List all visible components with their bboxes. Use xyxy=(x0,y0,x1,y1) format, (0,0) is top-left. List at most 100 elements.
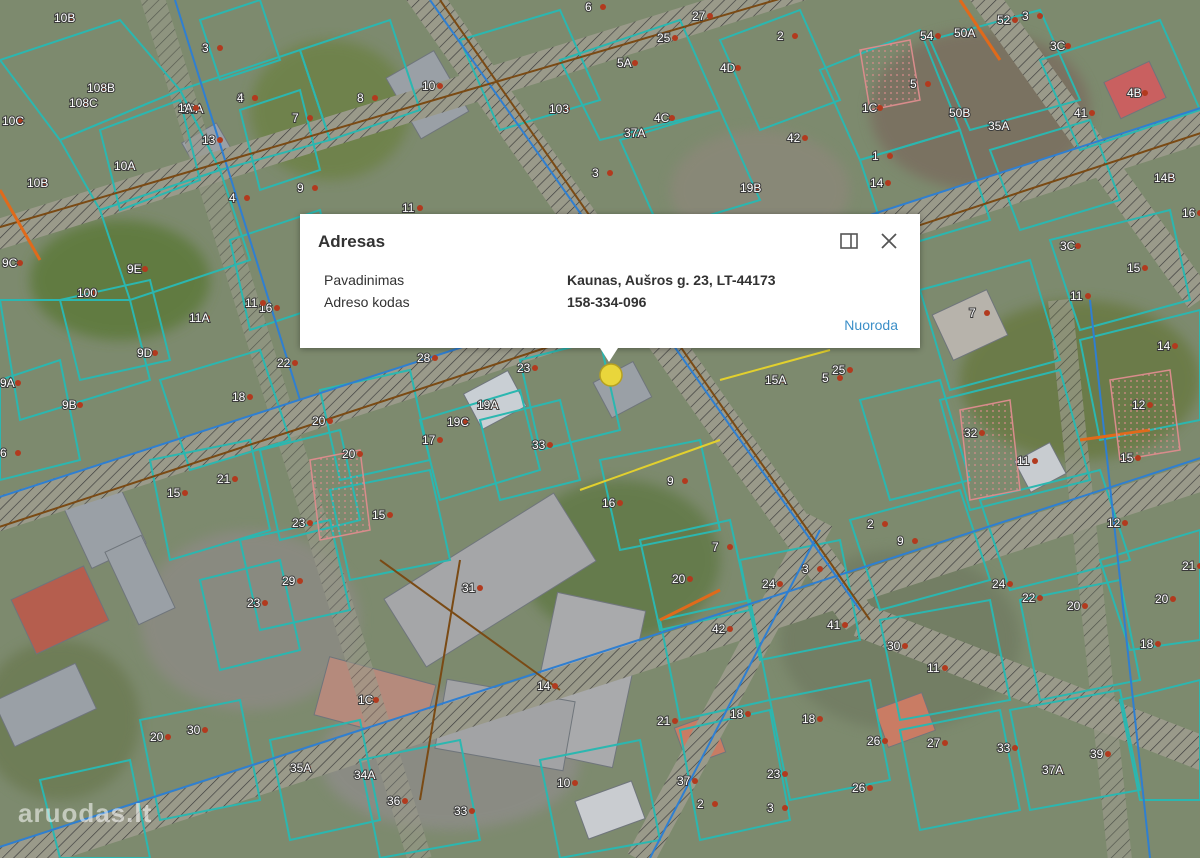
address-point-dot[interactable] xyxy=(1105,751,1111,757)
address-point-dot[interactable] xyxy=(842,622,848,628)
address-point-dot[interactable] xyxy=(357,451,363,457)
address-point-dot[interactable] xyxy=(142,266,148,272)
address-point-dot[interactable] xyxy=(600,4,606,10)
address-point-dot[interactable] xyxy=(247,394,253,400)
address-point-dot[interactable] xyxy=(547,442,553,448)
address-point-dot[interactable] xyxy=(942,665,948,671)
address-point-dot[interactable] xyxy=(532,365,538,371)
address-point-dot[interactable] xyxy=(262,600,268,606)
dock-panel-icon[interactable] xyxy=(840,233,858,249)
address-point-dot[interactable] xyxy=(782,771,788,777)
address-point-dot[interactable] xyxy=(182,490,188,496)
address-point-dot[interactable] xyxy=(1142,90,1148,96)
address-point-dot[interactable] xyxy=(882,738,888,744)
address-point-dot[interactable] xyxy=(877,105,883,111)
address-point-dot[interactable] xyxy=(437,83,443,89)
address-point-dot[interactable] xyxy=(202,727,208,733)
address-point-dot[interactable] xyxy=(902,643,908,649)
selected-address-marker[interactable] xyxy=(599,363,623,387)
address-point-dot[interactable] xyxy=(232,476,238,482)
nuoroda-link[interactable]: Nuoroda xyxy=(844,317,898,333)
address-point-dot[interactable] xyxy=(417,205,423,211)
address-point-dot[interactable] xyxy=(1142,265,1148,271)
address-point-dot[interactable] xyxy=(17,260,23,266)
address-point-dot[interactable] xyxy=(307,115,313,121)
address-point-dot[interactable] xyxy=(885,180,891,186)
address-point-dot[interactable] xyxy=(912,538,918,544)
address-point-dot[interactable] xyxy=(77,402,83,408)
address-point-dot[interactable] xyxy=(979,430,985,436)
address-point-dot[interactable] xyxy=(307,520,313,526)
address-point-dot[interactable] xyxy=(942,740,948,746)
address-point-dot[interactable] xyxy=(1135,455,1141,461)
address-point-dot[interactable] xyxy=(727,626,733,632)
address-point-dot[interactable] xyxy=(1065,43,1071,49)
address-point-dot[interactable] xyxy=(1122,520,1128,526)
address-point-dot[interactable] xyxy=(252,95,258,101)
address-point-dot[interactable] xyxy=(935,33,941,39)
address-point-dot[interactable] xyxy=(152,350,158,356)
address-point-dot[interactable] xyxy=(727,544,733,550)
address-point-dot[interactable] xyxy=(632,60,638,66)
address-point-dot[interactable] xyxy=(1170,596,1176,602)
address-point-dot[interactable] xyxy=(712,801,718,807)
address-point-dot[interactable] xyxy=(1155,641,1161,647)
address-point-dot[interactable] xyxy=(817,566,823,572)
address-point-dot[interactable] xyxy=(437,437,443,443)
address-point-dot[interactable] xyxy=(217,45,223,51)
address-point-dot[interactable] xyxy=(469,808,475,814)
address-point-dot[interactable] xyxy=(373,697,379,703)
address-point-dot[interactable] xyxy=(777,581,783,587)
address-point-dot[interactable] xyxy=(1075,243,1081,249)
address-point-dot[interactable] xyxy=(165,734,171,740)
address-point-dot[interactable] xyxy=(672,35,678,41)
address-point-dot[interactable] xyxy=(297,578,303,584)
address-point-dot[interactable] xyxy=(692,778,698,784)
address-point-dot[interactable] xyxy=(707,13,713,19)
address-point-dot[interactable] xyxy=(745,711,751,717)
address-point-dot[interactable] xyxy=(687,576,693,582)
address-point-dot[interactable] xyxy=(402,798,408,804)
address-point-dot[interactable] xyxy=(1172,343,1178,349)
address-point-dot[interactable] xyxy=(372,95,378,101)
address-point-dot[interactable] xyxy=(1147,402,1153,408)
address-point-dot[interactable] xyxy=(1089,110,1095,116)
address-point-dot[interactable] xyxy=(1012,17,1018,23)
address-point-dot[interactable] xyxy=(572,780,578,786)
address-point-dot[interactable] xyxy=(312,185,318,191)
address-point-dot[interactable] xyxy=(432,355,438,361)
address-point-dot[interactable] xyxy=(669,115,675,121)
address-point-dot[interactable] xyxy=(552,683,558,689)
address-point-dot[interactable] xyxy=(782,805,788,811)
address-point-dot[interactable] xyxy=(387,512,393,518)
address-point-dot[interactable] xyxy=(292,360,298,366)
address-point-dot[interactable] xyxy=(327,418,333,424)
address-point-dot[interactable] xyxy=(837,375,843,381)
address-point-dot[interactable] xyxy=(477,585,483,591)
address-point-dot[interactable] xyxy=(802,135,808,141)
address-point-dot[interactable] xyxy=(15,380,21,386)
address-point-dot[interactable] xyxy=(1082,603,1088,609)
address-point-dot[interactable] xyxy=(735,65,741,71)
address-point-dot[interactable] xyxy=(1012,745,1018,751)
address-point-dot[interactable] xyxy=(1032,458,1038,464)
address-point-dot[interactable] xyxy=(193,105,199,111)
address-point-dot[interactable] xyxy=(1085,293,1091,299)
address-point-dot[interactable] xyxy=(817,716,823,722)
address-point-dot[interactable] xyxy=(867,785,873,791)
address-point-dot[interactable] xyxy=(984,310,990,316)
address-point-dot[interactable] xyxy=(847,367,853,373)
address-point-dot[interactable] xyxy=(882,521,888,527)
address-point-dot[interactable] xyxy=(682,478,688,484)
address-point-dot[interactable] xyxy=(1037,13,1043,19)
address-point-dot[interactable] xyxy=(617,500,623,506)
address-point-dot[interactable] xyxy=(887,153,893,159)
address-point-dot[interactable] xyxy=(244,195,250,201)
close-icon[interactable] xyxy=(880,232,898,250)
address-point-dot[interactable] xyxy=(607,170,613,176)
address-point-dot[interactable] xyxy=(217,137,223,143)
address-point-dot[interactable] xyxy=(274,305,280,311)
address-point-dot[interactable] xyxy=(1007,581,1013,587)
address-point-dot[interactable] xyxy=(260,300,266,306)
address-point-dot[interactable] xyxy=(672,718,678,724)
